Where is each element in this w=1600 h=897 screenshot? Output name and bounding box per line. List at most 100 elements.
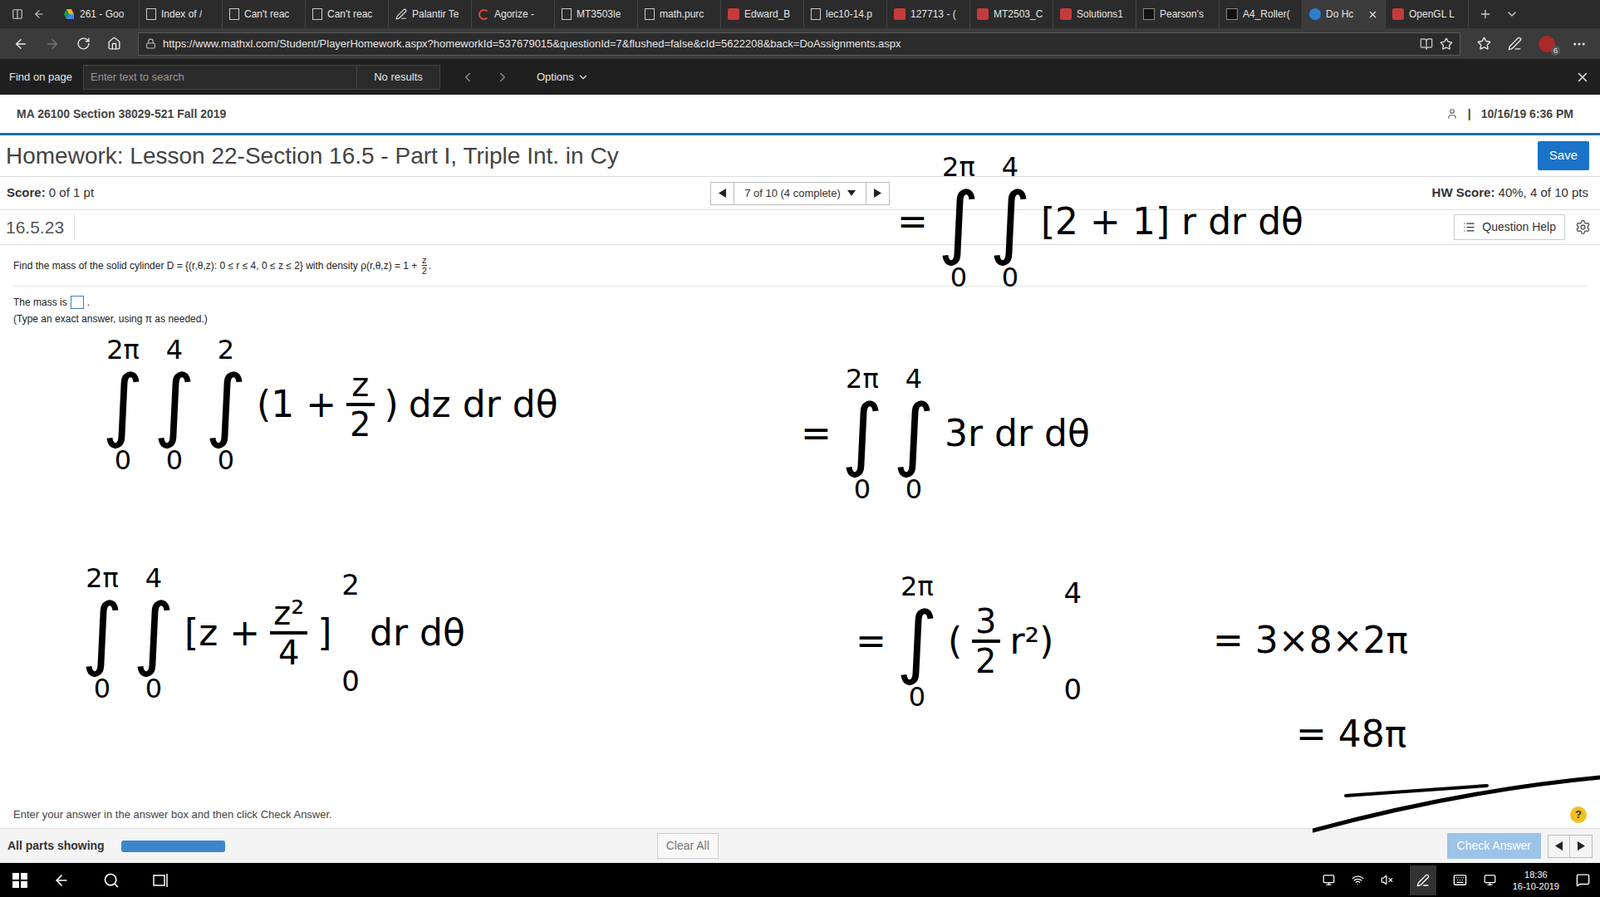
find-result: No results (357, 64, 441, 90)
browser-tab[interactable]: Can't reac (222, 0, 306, 29)
ink-workspace-icon (1416, 873, 1430, 888)
ink-underline-icon (1312, 762, 1600, 838)
page-icon (810, 8, 821, 20)
options-chevron-icon (577, 71, 589, 84)
browser-tab[interactable]: lec10-14.p (804, 0, 888, 29)
next-question-button[interactable] (865, 182, 889, 205)
page-icon (229, 8, 240, 20)
browser-tab[interactable]: MT2503_C (970, 0, 1054, 29)
ink-expression: 2π∫04∫02∫0(1 +z2)dz dr dθ (102, 336, 559, 474)
volume-icon[interactable] (1380, 873, 1394, 887)
browser-tab[interactable]: Pearson's (1136, 0, 1220, 29)
ink-text: dr dθ (369, 611, 466, 656)
browser-tab[interactable]: OpenGL L (1385, 0, 1469, 29)
find-next-icon[interactable] (495, 69, 511, 85)
browser-tab[interactable]: Index of / (139, 0, 223, 29)
set-aside-icon[interactable] (33, 8, 45, 20)
start-button[interactable] (0, 873, 40, 889)
browser-tab[interactable]: Can't reac (305, 0, 389, 29)
ink-expression: = 3×8×2π (1212, 618, 1409, 663)
browser-tab[interactable]: math.purc (638, 0, 722, 29)
browser-tab[interactable]: A4_Roller( (1219, 0, 1303, 29)
clear-all-button[interactable]: Clear All (657, 833, 719, 859)
tab-preview-icon[interactable] (1505, 7, 1519, 21)
ink-integral: 2π∫0 (81, 564, 123, 702)
ink-limits: 40 (1063, 579, 1082, 704)
task-view-icon[interactable] (152, 873, 170, 889)
edit-icon (395, 8, 408, 20)
next-part-button[interactable] (1570, 835, 1592, 858)
display-icon[interactable] (1483, 873, 1497, 887)
ink-expression: =2π∫04∫0[2 + 1] r dr dθ (897, 153, 1304, 291)
gear-icon[interactable] (1575, 219, 1591, 236)
question-id-row: 16.5.23Question Help (0, 210, 1600, 246)
keyboard-icon[interactable] (1452, 873, 1468, 888)
answer-box[interactable] (70, 295, 84, 310)
find-prev-icon[interactable] (460, 69, 476, 85)
tabs-aside-icon[interactable] (11, 8, 24, 20)
close-find-icon[interactable] (1575, 69, 1591, 85)
pen-icon[interactable] (1507, 36, 1522, 51)
browser-tab[interactable]: Palantir Te (388, 0, 472, 29)
favorite-icon[interactable] (1439, 37, 1453, 51)
close-tab-icon[interactable] (1367, 9, 1379, 20)
ink-integral: 2π∫0 (102, 336, 144, 474)
parts-progress (121, 840, 226, 853)
ink-text: [z + (184, 611, 261, 656)
pdf-icon (976, 8, 989, 20)
refresh-icon[interactable] (76, 36, 91, 51)
browser-tab[interactable]: 127713 - ( (887, 0, 971, 29)
help-badge[interactable]: ? (1570, 806, 1587, 824)
save-button[interactable]: Save (1537, 141, 1590, 171)
ink-text: = 3×8×2π (1212, 618, 1409, 663)
prev-triangle-icon (718, 188, 727, 198)
notifications-icon[interactable] (1575, 873, 1591, 888)
clock[interactable]: 18:3616-10-2019 (1512, 868, 1560, 893)
ink-integral: 2π∫0 (896, 573, 938, 711)
screen: 261 - GooIndex of /Can't reacCan't reacP… (0, 0, 1600, 897)
browser-tab[interactable]: 261 - Goo (56, 0, 140, 29)
browser-tab[interactable]: Agorize - (471, 0, 555, 29)
find-input[interactable]: Enter text to search (83, 64, 358, 90)
pdf-icon (1392, 8, 1404, 20)
back-icon[interactable] (13, 36, 29, 52)
taskbar-search-icon[interactable] (103, 872, 120, 889)
ink-limits: 20 (341, 570, 360, 696)
find-options[interactable]: Options (536, 68, 589, 86)
more-icon[interactable] (1571, 36, 1587, 52)
forward-icon[interactable] (44, 36, 60, 52)
browser-tab[interactable]: MT3503le (554, 0, 639, 29)
check-answer-button[interactable]: Check Answer (1447, 833, 1542, 859)
find-bar: Find on pageEnter text to searchNo resul… (0, 58, 1600, 95)
pdf-icon (893, 8, 906, 20)
address-field[interactable]: https://www.mathxl.com/Student/PlayerHom… (137, 32, 1461, 56)
ink-fraction: z2 (346, 366, 374, 443)
browser-tab[interactable]: Do Hc (1302, 0, 1386, 29)
ink-text: 3r dr dθ (944, 412, 1090, 457)
taskbar-back-icon[interactable] (53, 872, 70, 889)
favorites-icon[interactable] (1477, 36, 1492, 51)
ink-integral: 2π∫0 (937, 153, 980, 291)
ink-text: = (897, 200, 928, 245)
ink-text: ) (384, 382, 399, 427)
page-icon (561, 8, 572, 20)
drive-icon (63, 8, 75, 20)
wifi-icon[interactable] (1351, 873, 1365, 887)
browser-tab[interactable]: Solutions1 (1053, 0, 1137, 29)
battery-icon[interactable] (1322, 873, 1335, 887)
profile-button[interactable]: 6 (1538, 35, 1556, 53)
prev-question-button[interactable] (711, 182, 735, 205)
profile-badge: 6 (1550, 45, 1561, 56)
user-icon[interactable] (1446, 107, 1458, 120)
question-help-button[interactable]: Question Help (1453, 214, 1566, 241)
new-tab-icon[interactable] (1478, 7, 1493, 21)
ink-text: ( (947, 619, 962, 664)
ink-integral: 4∫0 (132, 564, 175, 702)
reading-view-icon[interactable] (1419, 37, 1434, 51)
home-icon[interactable] (107, 36, 122, 51)
question-select[interactable]: 7 of 10 (4 complete) (734, 182, 866, 205)
ink-workspace-button[interactable] (1409, 865, 1437, 896)
ink-text: ] (317, 611, 332, 656)
browser-tab[interactable]: Edward_B (721, 0, 805, 29)
prev-part-button[interactable] (1548, 835, 1571, 858)
